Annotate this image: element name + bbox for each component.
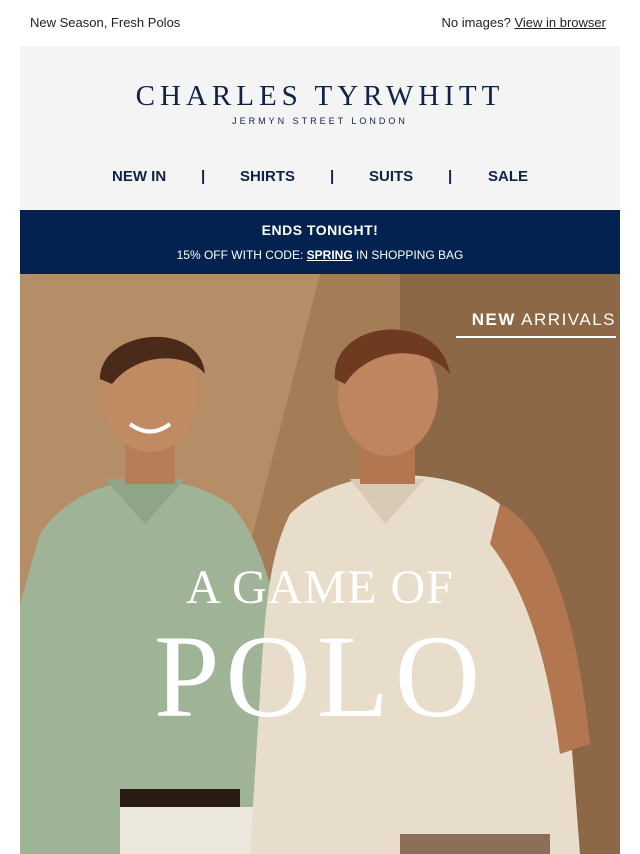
- promo-prefix: 15% OFF WITH CODE:: [176, 248, 304, 262]
- view-in-browser-link[interactable]: View in browser: [514, 15, 606, 30]
- badge-text: ARRIVALS: [521, 310, 616, 329]
- promo-suffix: IN SHOPPING BAG: [356, 248, 464, 262]
- nav-item-suits[interactable]: SUITS: [369, 168, 413, 185]
- hero-banner[interactable]: NEW ARRIVALS A GAME OF POLO: [20, 274, 620, 854]
- hero-title: POLO: [153, 611, 487, 742]
- hero-headline: A GAME OF: [186, 561, 454, 614]
- new-arrivals-badge: NEW ARRIVALS: [472, 310, 616, 330]
- badge-bold-text: NEW: [471, 310, 516, 329]
- preheader: New Season, Fresh Polos No images? View …: [0, 0, 640, 46]
- nav-separator: |: [201, 168, 206, 185]
- nav-item-sale[interactable]: SALE: [488, 168, 528, 185]
- nav-separator: |: [330, 168, 335, 185]
- no-images-label: No images?: [441, 15, 511, 30]
- nav-separator: |: [448, 168, 453, 185]
- main-nav: NEW IN | SHIRTS | SUITS | SALE: [20, 168, 620, 188]
- view-in-browser-bar: No images? View in browser: [441, 15, 606, 30]
- nav-item-shirts[interactable]: SHIRTS: [240, 168, 295, 185]
- email-header: CHARLES TYRWHITT JERMYN STREET LONDON NE…: [20, 46, 620, 210]
- promo-banner[interactable]: ENDS TONIGHT! 15% OFF WITH CODE: SPRING …: [20, 210, 620, 274]
- promo-title: ENDS TONIGHT!: [261, 222, 379, 238]
- promo-code: SPRING: [306, 248, 353, 262]
- brand-logo[interactable]: CHARLES TYRWHITT: [20, 80, 620, 113]
- brand-tagline: JERMYN STREET LONDON: [232, 116, 408, 126]
- badge-underline: [456, 336, 616, 338]
- promo-subtitle: 15% OFF WITH CODE: SPRING IN SHOPPING BA…: [20, 248, 620, 262]
- preheader-text: New Season, Fresh Polos: [30, 15, 181, 30]
- nav-item-new-in[interactable]: NEW IN: [112, 168, 166, 185]
